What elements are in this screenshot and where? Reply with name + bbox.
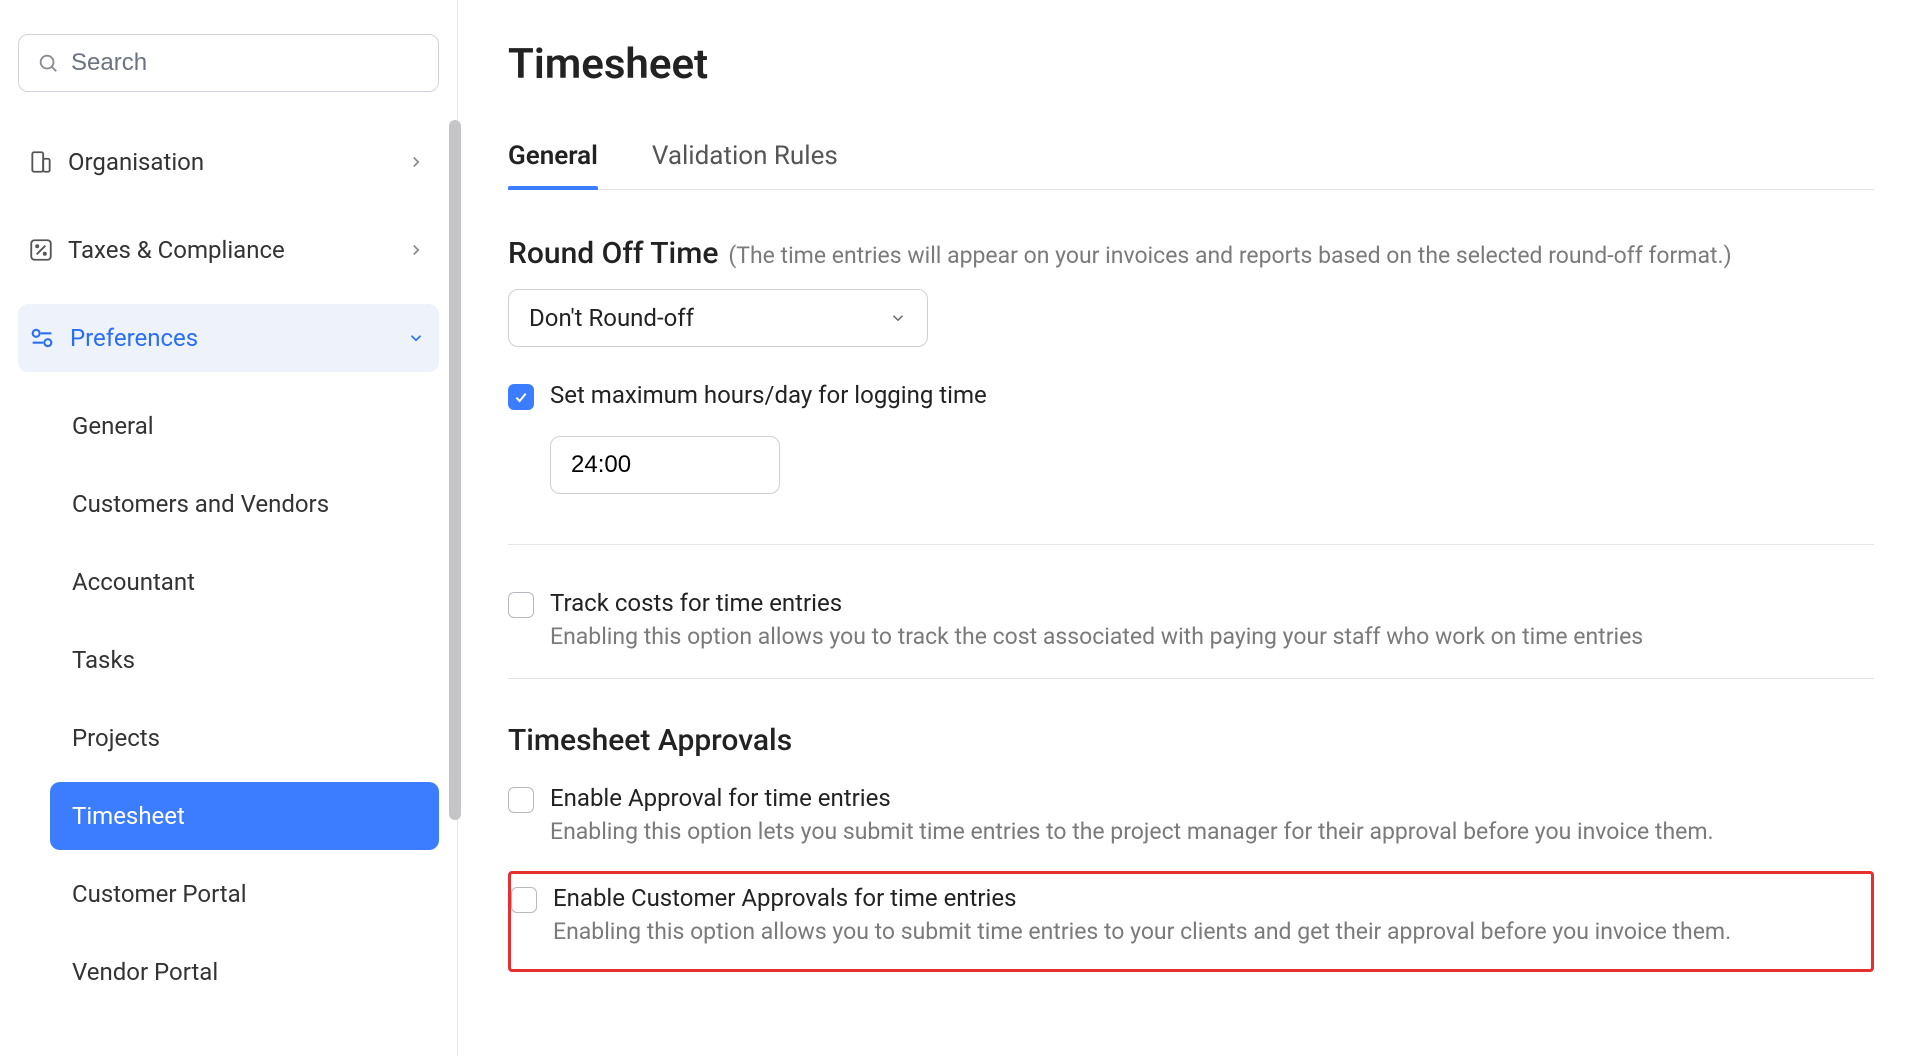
chevron-down-icon xyxy=(889,309,907,327)
round-off-select[interactable]: Don't Round-off xyxy=(508,289,928,347)
enable-approval-desc: Enabling this option lets you submit tim… xyxy=(550,818,1714,845)
building-icon xyxy=(28,149,54,175)
main-content: Timesheet General Validation Rules Round… xyxy=(458,0,1924,1056)
search-field[interactable] xyxy=(18,34,439,92)
sidebar-item-preferences[interactable]: Preferences xyxy=(18,304,439,372)
enable-approval-label: Enable Approval for time entries xyxy=(550,784,1714,812)
max-hours-input[interactable] xyxy=(550,436,780,494)
customer-approval-desc: Enabling this option allows you to submi… xyxy=(553,918,1731,945)
subnav-customers-vendors[interactable]: Customers and Vendors xyxy=(50,470,439,538)
tabs: General Validation Rules xyxy=(508,141,1874,190)
check-icon xyxy=(513,389,529,405)
search-input[interactable] xyxy=(71,49,420,77)
sidebar-item-label: Organisation xyxy=(68,148,204,176)
subnav-tasks[interactable]: Tasks xyxy=(50,626,439,694)
customer-approval-checkbox[interactable] xyxy=(511,887,537,913)
search-icon xyxy=(37,52,59,74)
divider xyxy=(508,544,1874,545)
round-off-title: Round Off Time xyxy=(508,236,718,271)
max-hours-label: Set maximum hours/day for logging time xyxy=(550,381,987,409)
page-title: Timesheet xyxy=(508,40,1874,89)
subnav-customer-portal[interactable]: Customer Portal xyxy=(50,860,439,928)
tab-validation-rules[interactable]: Validation Rules xyxy=(652,141,838,189)
track-costs-desc: Enabling this option allows you to track… xyxy=(550,623,1643,650)
chevron-right-icon xyxy=(407,241,425,259)
track-costs-label: Track costs for time entries xyxy=(550,589,1643,617)
subnav-accountant[interactable]: Accountant xyxy=(50,548,439,616)
customer-approval-label: Enable Customer Approvals for time entri… xyxy=(553,884,1731,912)
preferences-subnav: General Customers and Vendors Accountant… xyxy=(18,392,439,1006)
round-off-value: Don't Round-off xyxy=(529,304,694,332)
sidebar-item-label: Preferences xyxy=(70,324,198,352)
max-hours-checkbox[interactable] xyxy=(508,384,534,410)
round-off-hint: (The time entries will appear on your in… xyxy=(728,242,1731,269)
tab-general[interactable]: General xyxy=(508,141,598,189)
track-costs-checkbox[interactable] xyxy=(508,592,534,618)
sidebar-item-organisation[interactable]: Organisation xyxy=(18,128,439,196)
sliders-icon xyxy=(28,324,56,352)
sidebar-item-taxes[interactable]: Taxes & Compliance xyxy=(18,216,439,284)
approvals-title: Timesheet Approvals xyxy=(508,723,1874,758)
sidebar-item-label: Taxes & Compliance xyxy=(68,236,285,264)
customer-approval-highlight: Enable Customer Approvals for time entri… xyxy=(508,871,1874,972)
subnav-timesheet[interactable]: Timesheet xyxy=(50,782,439,850)
settings-sidebar: Organisation Taxes & Compliance Preferen… xyxy=(0,0,458,1056)
subnav-projects[interactable]: Projects xyxy=(50,704,439,772)
divider xyxy=(508,678,1874,679)
scrollbar[interactable] xyxy=(449,120,461,820)
percent-icon xyxy=(28,237,54,263)
chevron-right-icon xyxy=(407,153,425,171)
enable-approval-checkbox[interactable] xyxy=(508,787,534,813)
subnav-general[interactable]: General xyxy=(50,392,439,460)
subnav-vendor-portal[interactable]: Vendor Portal xyxy=(50,938,439,1006)
chevron-down-icon xyxy=(407,329,425,347)
